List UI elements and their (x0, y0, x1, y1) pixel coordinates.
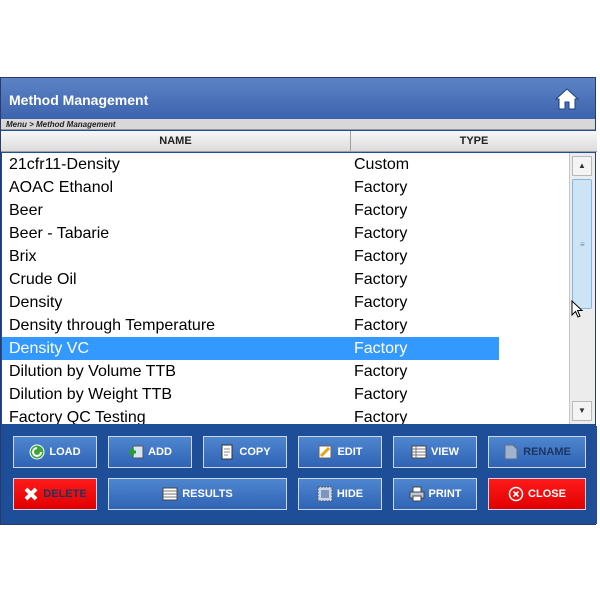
method-name: Beer (9, 202, 43, 219)
method-name: Dilution by Volume TTB (9, 363, 176, 380)
method-type: Factory (354, 386, 408, 403)
table-row-selected[interactable]: Density VC Factory (2, 337, 499, 360)
close-icon (508, 486, 524, 502)
table-row[interactable]: 21cfr11-Density Custom (2, 153, 499, 176)
delete-label: DELETE (43, 488, 87, 500)
table-row[interactable]: Crude Oil Factory (2, 268, 499, 291)
copy-icon (221, 444, 233, 460)
scroll-up-button[interactable]: ▲ (572, 156, 592, 176)
load-label: LOAD (49, 446, 81, 458)
add-label: ADD (148, 446, 172, 458)
method-name: 21cfr11-Density (9, 156, 120, 173)
method-name: Factory QC Testing (9, 409, 146, 424)
mouse-cursor-icon (571, 300, 583, 318)
button-panel: LOAD ADD COPY EDIT VIEW RENAME DELETE RE… (1, 426, 597, 524)
method-name: AOAC Ethanol (9, 179, 114, 196)
method-type: Factory (354, 271, 408, 288)
add-button[interactable]: ADD (108, 436, 192, 468)
method-type: Factory (354, 317, 408, 334)
method-type: Factory (354, 363, 408, 380)
method-type: Custom (354, 156, 410, 173)
method-type: Factory (354, 202, 408, 219)
table-row[interactable]: Factory QC Testing Factory (2, 406, 499, 424)
view-icon (411, 445, 427, 459)
print-icon (409, 486, 424, 502)
print-label: PRINT (428, 488, 462, 500)
view-button[interactable]: VIEW (393, 436, 477, 468)
hide-button[interactable]: HIDE (298, 478, 382, 510)
add-icon (129, 445, 144, 459)
delete-button[interactable]: DELETE (13, 478, 97, 510)
table-row[interactable]: Beer - Tabarie Factory (2, 222, 499, 245)
column-header-type[interactable]: TYPE (351, 131, 597, 151)
table-header: NAME TYPE (1, 131, 597, 152)
rename-button[interactable]: RENAME (488, 436, 586, 468)
hide-icon (317, 486, 333, 502)
method-name: Dilution by Weight TTB (9, 386, 173, 403)
table-row[interactable]: Beer Factory (2, 199, 499, 222)
rename-icon (504, 444, 518, 460)
load-icon (29, 444, 45, 460)
method-type: Factory (354, 248, 408, 265)
edit-button[interactable]: EDIT (298, 436, 382, 468)
method-name: Density (9, 294, 63, 311)
method-type: Factory (354, 225, 408, 242)
method-name: Brix (9, 248, 37, 265)
results-icon (162, 487, 178, 501)
vertical-scrollbar[interactable]: ▲ ≡ ▼ (569, 153, 595, 424)
method-type: Factory (354, 340, 408, 357)
table-row[interactable]: Dilution by Volume TTB Factory (2, 360, 499, 383)
table-row[interactable]: Dilution by Weight TTB Factory (2, 383, 499, 406)
home-icon[interactable] (554, 88, 580, 110)
load-button[interactable]: LOAD (13, 436, 97, 468)
close-label: CLOSE (528, 488, 566, 500)
hide-label: HIDE (336, 488, 364, 500)
method-name: Density VC (9, 340, 90, 357)
breadcrumb: Menu > Method Management (1, 119, 595, 130)
view-label: VIEW (430, 446, 460, 458)
method-name: Density through Temperature (9, 317, 216, 334)
rename-label: RENAME (523, 446, 571, 458)
method-list[interactable]: 21cfr11-Density Custom AOAC Ethanol Factor… (2, 153, 569, 424)
edit-label: EDIT (337, 446, 363, 458)
method-management-window: Method Management Menu > Method Manageme… (0, 77, 597, 525)
window-title: Method Management (9, 92, 149, 108)
scroll-thumb[interactable]: ≡ (572, 179, 592, 309)
results-button[interactable]: RESULTS (108, 478, 287, 510)
table-row[interactable]: Density through Temperature Factory (2, 314, 499, 337)
method-type: Factory (354, 294, 408, 311)
method-name: Beer - Tabarie (9, 225, 110, 242)
copy-button[interactable]: COPY (203, 436, 287, 468)
method-type: Factory (354, 179, 408, 196)
delete-icon (24, 487, 38, 501)
method-type: Factory (354, 409, 408, 424)
table-row[interactable]: AOAC Ethanol Factory (2, 176, 499, 199)
edit-icon (318, 445, 332, 459)
method-name: Crude Oil (9, 271, 77, 288)
grip-icon: ≡ (580, 240, 585, 249)
close-button[interactable]: CLOSE (488, 478, 586, 510)
scroll-down-button[interactable]: ▼ (572, 401, 592, 421)
print-button[interactable]: PRINT (393, 478, 477, 510)
results-label: RESULTS (182, 488, 233, 500)
column-header-name[interactable]: NAME (1, 131, 351, 151)
table-row[interactable]: Density Factory (2, 291, 499, 314)
copy-label: COPY (239, 446, 271, 458)
table-row[interactable]: Brix Factory (2, 245, 499, 268)
title-bar: Method Management (1, 78, 595, 119)
